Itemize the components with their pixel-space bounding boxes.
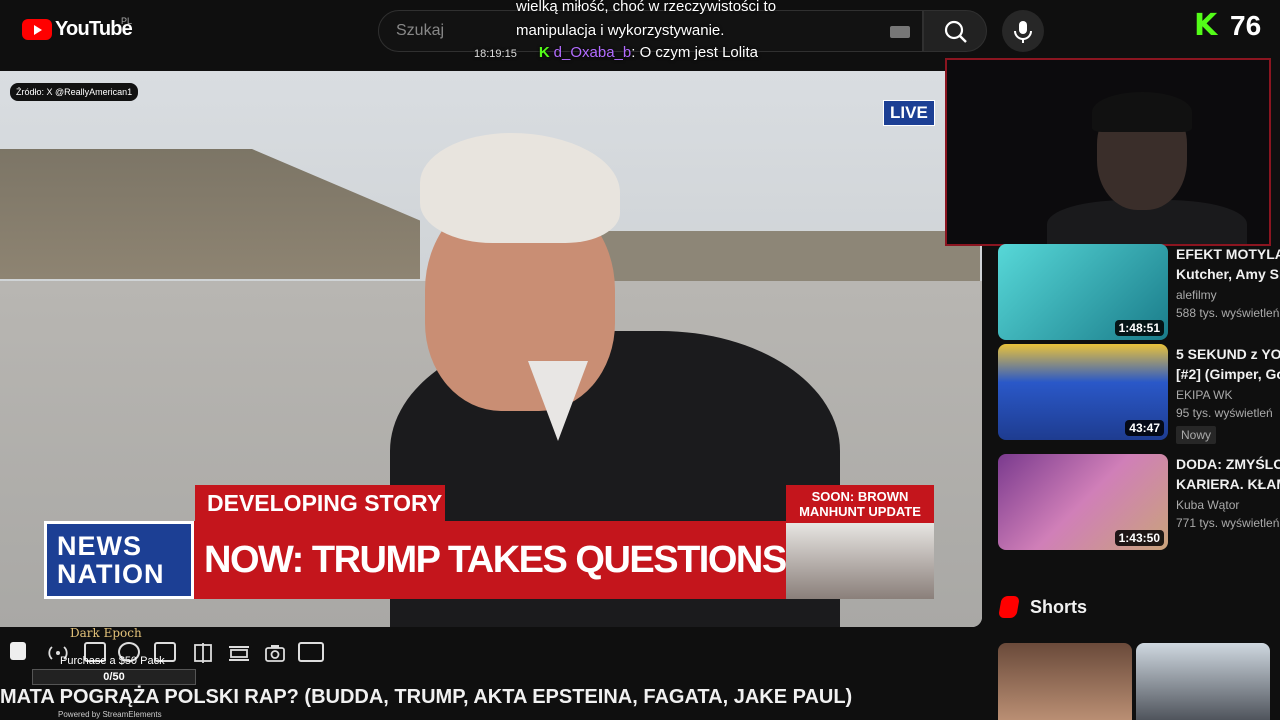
video-title-line-2[interactable]: Kutcher, Amy Sm bbox=[1176, 264, 1280, 284]
short-thumbnail[interactable] bbox=[998, 643, 1132, 720]
shorts-label: Shorts bbox=[1030, 596, 1088, 617]
recommendation-item[interactable]: 1:48:51 EFEKT MOTYLA Kutcher, Amy Sm ale… bbox=[998, 244, 1280, 340]
video-title-line-2[interactable]: [#2] (Gimper, Gol bbox=[1176, 364, 1280, 384]
video-title-line-2[interactable]: KARIERA. KŁAM bbox=[1176, 474, 1280, 494]
channel-name[interactable]: alefilmy bbox=[1176, 288, 1280, 302]
voice-search-button[interactable] bbox=[1002, 10, 1044, 52]
video-title: MATA POGRĄŻA POLSKI RAP? (BUDDA, TRUMP, … bbox=[0, 686, 853, 708]
newsnation-line-2: NATION bbox=[57, 559, 165, 589]
widget-progress-bar: 0/50 bbox=[32, 669, 196, 685]
newsnation-logo: NEWS NATION bbox=[44, 521, 194, 599]
video-thumbnail[interactable]: 43:47 bbox=[998, 344, 1168, 440]
channel-name[interactable]: EKIPA WK bbox=[1176, 388, 1280, 402]
theater-mode-icon[interactable] bbox=[228, 642, 250, 662]
view-count: 588 tys. wyświetleń bbox=[1176, 306, 1280, 320]
recommendation-item[interactable]: 1:43:50 DODA: ZMYŚLO KARIERA. KŁAM Kuba … bbox=[998, 454, 1280, 550]
recommendation-item[interactable]: 43:47 5 SEKUND z YOU [#2] (Gimper, Gol E… bbox=[998, 344, 1280, 444]
soon-preview-image bbox=[786, 523, 934, 599]
live-badge: LIVE bbox=[883, 100, 935, 126]
hair bbox=[420, 133, 620, 243]
duration-badge: 43:47 bbox=[1125, 420, 1164, 436]
shorts-section-header: Shorts bbox=[998, 596, 1088, 618]
video-title-line-1[interactable]: DODA: ZMYŚLO bbox=[1176, 454, 1280, 474]
widget-goal-label: Purchase a $50 Pack bbox=[60, 655, 165, 667]
widget-brand-logo: Dark Epoch bbox=[70, 626, 142, 640]
view-count: 95 tys. wyświetleń bbox=[1176, 406, 1273, 420]
soon-banner: SOON: BROWN MANHUNT UPDATE bbox=[786, 485, 934, 523]
duration-badge: 1:43:50 bbox=[1114, 530, 1164, 546]
chat-message: 18:19:15 Kd_Oxaba_b: O czym jest Lolita bbox=[474, 44, 758, 61]
video-info: DODA: ZMYŚLO KARIERA. KŁAM Kuba Wątor 77… bbox=[1176, 454, 1280, 530]
developing-story-banner: DEVELOPING STORY bbox=[195, 485, 445, 521]
kick-viewer-badge: K 76 bbox=[1194, 10, 1261, 42]
webcam-overlay bbox=[945, 58, 1271, 246]
shorts-icon bbox=[998, 596, 1020, 618]
new-badge: Nowy bbox=[1176, 426, 1217, 444]
search-button[interactable] bbox=[923, 10, 987, 52]
source-tag: Źródło: X @ReallyAmerican1 bbox=[10, 83, 139, 101]
keyboard-shortcuts-icon[interactable] bbox=[298, 642, 324, 662]
screenshot-icon[interactable] bbox=[264, 642, 286, 662]
video-info: 5 SEKUND z YOU [#2] (Gimper, Gol EKIPA W… bbox=[1176, 344, 1280, 444]
news-headline: NOW: TRUMP TAKES QUESTIONS FROM REPORTER… bbox=[194, 521, 786, 599]
webcam-cap bbox=[1092, 92, 1192, 132]
video-thumbnail[interactable]: 1:48:51 bbox=[998, 244, 1168, 340]
chat-text: : O czym jest Lolita bbox=[631, 44, 758, 61]
news-lower-third: DEVELOPING STORY NEWS NATION NOW: TRUMP T… bbox=[44, 485, 934, 599]
view-count: 771 tys. wyświetleń bbox=[1176, 516, 1280, 530]
keyboard-icon[interactable] bbox=[890, 26, 910, 38]
kick-logo-icon: K bbox=[1194, 8, 1218, 43]
youtube-play-icon bbox=[22, 19, 52, 40]
video-title-line-1[interactable]: 5 SEKUND z YOU bbox=[1176, 344, 1280, 364]
video-player[interactable]: Źródło: X @ReallyAmerican1 LIVE DEVELOPI… bbox=[0, 71, 982, 627]
duration-badge: 1:48:51 bbox=[1114, 320, 1164, 336]
widget-count: 0/50 bbox=[103, 671, 125, 683]
chat-line-1: wielką miłość, choć w rzeczywistości to bbox=[516, 0, 777, 15]
video-info: EFEKT MOTYLA Kutcher, Amy Sm alefilmy 58… bbox=[1176, 244, 1280, 320]
short-thumbnail[interactable] bbox=[1136, 643, 1270, 720]
search-icon bbox=[944, 20, 967, 43]
video-thumbnail[interactable]: 1:43:50 bbox=[998, 454, 1168, 550]
microphone-icon bbox=[1014, 21, 1032, 43]
widget-powered-by: Powered by StreamElements bbox=[58, 710, 162, 719]
kick-badge-icon: K bbox=[538, 44, 550, 61]
video-title-line-1[interactable]: EFEKT MOTYLA bbox=[1176, 244, 1280, 264]
channel-name[interactable]: Kuba Wątor bbox=[1176, 498, 1280, 512]
newsnation-line-1: NEWS bbox=[57, 531, 142, 561]
chat-time: 18:19:15 bbox=[474, 48, 517, 60]
chat-username: d_Oxaba_b bbox=[553, 44, 632, 61]
chat-line-2: manipulacja i wykorzystywanie. bbox=[516, 22, 725, 39]
chat-overlay: wielką miłość, choć w rzeczywistości to … bbox=[516, 0, 776, 43]
search-placeholder: Szukaj bbox=[396, 22, 445, 39]
youtube-logo[interactable]: YouTube bbox=[22, 18, 133, 41]
region-label: PL bbox=[121, 16, 133, 26]
viewer-count: 76 bbox=[1230, 10, 1262, 41]
